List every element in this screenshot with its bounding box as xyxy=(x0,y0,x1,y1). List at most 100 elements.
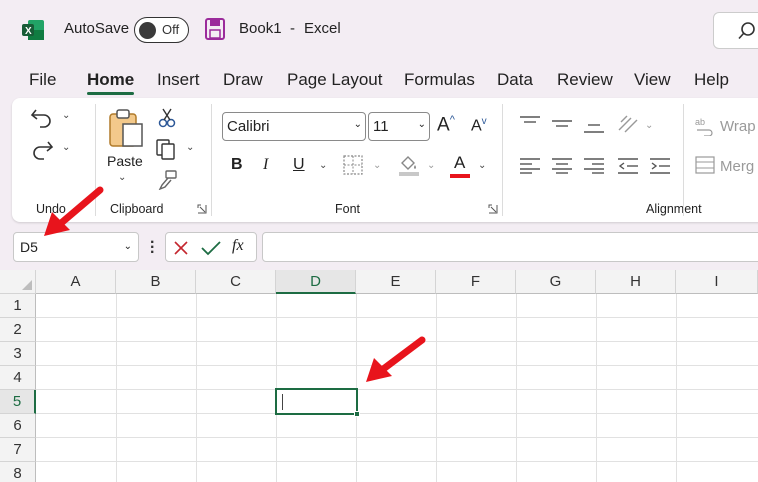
column-header-i[interactable]: I xyxy=(676,270,758,294)
row-header-8[interactable]: 8 xyxy=(0,462,36,482)
tab-page-layout[interactable]: Page Layout xyxy=(287,70,382,90)
increase-font-size-icon[interactable]: A^ xyxy=(437,114,455,136)
paste-label[interactable]: Paste xyxy=(107,153,143,169)
copy-icon[interactable] xyxy=(155,138,177,160)
font-color-swatch xyxy=(450,174,470,178)
row-header-5[interactable]: 5 xyxy=(0,390,36,414)
column-header-f[interactable]: F xyxy=(436,270,516,294)
tab-formulas[interactable]: Formulas xyxy=(404,70,475,90)
middle-align-icon[interactable] xyxy=(552,118,572,132)
column-header-e[interactable]: E xyxy=(356,270,436,294)
active-cell-d5[interactable] xyxy=(275,388,360,417)
italic-button[interactable]: I xyxy=(263,156,268,174)
font-color-button[interactable]: A xyxy=(454,153,465,173)
paste-icon[interactable] xyxy=(108,108,144,148)
grid-line xyxy=(676,294,677,482)
group-divider xyxy=(683,104,684,216)
row-header-7[interactable]: 7 xyxy=(0,438,36,462)
tab-file[interactable]: File xyxy=(29,70,56,90)
bottom-align-icon[interactable] xyxy=(584,120,604,134)
orientation-icon[interactable] xyxy=(617,114,641,134)
row-header-2[interactable]: 2 xyxy=(0,318,36,342)
format-painter-icon[interactable] xyxy=(158,170,178,190)
ribbon-panel: ⌄ ⌄ Undo Paste ⌄ ⌄ Clipboard Calibri ⌄ 1… xyxy=(12,98,758,222)
row-header-1[interactable]: 1 xyxy=(0,294,36,318)
search-box[interactable] xyxy=(713,12,758,49)
fill-color-dropdown-icon[interactable]: ⌄ xyxy=(427,160,435,171)
merge-center-icon[interactable] xyxy=(695,156,715,174)
row-header-3[interactable]: 3 xyxy=(0,342,36,366)
orientation-dropdown-icon[interactable]: ⌄ xyxy=(645,120,653,131)
decrease-font-size-icon[interactable]: Av xyxy=(471,116,487,135)
fill-color-icon[interactable] xyxy=(398,153,420,177)
row-header-6[interactable]: 6 xyxy=(0,414,36,438)
fill-handle[interactable] xyxy=(354,411,360,417)
column-header-c[interactable]: C xyxy=(196,270,276,294)
merge-label[interactable]: Merg xyxy=(720,158,754,175)
cut-icon[interactable] xyxy=(158,108,176,128)
autosave-label: AutoSave xyxy=(64,20,130,37)
cancel-icon[interactable] xyxy=(173,240,189,256)
font-launcher-icon[interactable] xyxy=(488,204,498,214)
redo-icon[interactable] xyxy=(30,138,54,160)
tab-data[interactable]: Data xyxy=(497,70,533,90)
undo-icon[interactable] xyxy=(30,106,54,128)
row-header-4[interactable]: 4 xyxy=(0,366,36,390)
font-size-dropdown[interactable]: 11 ⌄ xyxy=(368,112,430,141)
name-box-value: D5 xyxy=(20,239,38,255)
excel-logo-icon: X xyxy=(22,20,44,40)
paste-dropdown-icon[interactable]: ⌄ xyxy=(118,172,126,183)
tab-insert[interactable]: Insert xyxy=(157,70,200,90)
ribbon-tabs: File Home Insert Draw Page Layout Formul… xyxy=(0,62,758,96)
underline-button[interactable]: U xyxy=(293,156,305,174)
clipboard-launcher-icon[interactable] xyxy=(197,204,207,214)
column-header-b[interactable]: B xyxy=(116,270,196,294)
workbook-name[interactable]: Book1 xyxy=(239,20,282,37)
align-left-icon[interactable] xyxy=(520,158,540,174)
column-header-g[interactable]: G xyxy=(516,270,596,294)
clipboard-group-label: Clipboard xyxy=(110,202,164,216)
grid-line xyxy=(36,317,758,318)
grid-line xyxy=(36,461,758,462)
autosave-state: Off xyxy=(162,22,180,37)
underline-dropdown-icon[interactable]: ⌄ xyxy=(319,160,327,171)
tab-help[interactable]: Help xyxy=(694,70,729,90)
align-right-icon[interactable] xyxy=(584,158,604,174)
column-header-h[interactable]: H xyxy=(596,270,676,294)
insert-function-button[interactable]: fx xyxy=(232,237,244,255)
formula-input[interactable] xyxy=(262,232,758,262)
bold-button[interactable]: B xyxy=(231,156,243,174)
alignment-group-label: Alignment xyxy=(646,202,702,216)
text-cursor xyxy=(282,394,283,410)
tab-home[interactable]: Home xyxy=(87,70,134,90)
font-name-dropdown[interactable]: Calibri ⌄ xyxy=(222,112,366,141)
borders-icon[interactable] xyxy=(343,155,363,175)
enter-check-icon[interactable] xyxy=(201,240,221,256)
wrap-text-label[interactable]: Wrap xyxy=(720,118,756,135)
decrease-indent-icon[interactable] xyxy=(618,158,638,174)
chevron-down-icon: ⌄ xyxy=(417,119,426,130)
font-color-dropdown-icon[interactable]: ⌄ xyxy=(478,160,486,171)
grid-line xyxy=(596,294,597,482)
select-all-corner[interactable] xyxy=(0,270,36,294)
increase-indent-icon[interactable] xyxy=(650,158,670,174)
undo-dropdown-icon[interactable]: ⌄ xyxy=(62,110,70,121)
grid-line xyxy=(116,294,117,482)
borders-dropdown-icon[interactable]: ⌄ xyxy=(373,160,381,171)
copy-dropdown-icon[interactable]: ⌄ xyxy=(186,142,194,153)
tab-review[interactable]: Review xyxy=(557,70,613,90)
autosave-toggle[interactable]: Off xyxy=(134,17,189,43)
group-divider xyxy=(502,104,503,216)
align-center-icon[interactable] xyxy=(552,158,572,174)
column-header-d[interactable]: D xyxy=(276,270,356,294)
tab-draw[interactable]: Draw xyxy=(223,70,263,90)
more-options-icon[interactable]: · · · xyxy=(150,235,155,261)
active-tab-indicator xyxy=(87,92,134,95)
top-align-icon[interactable] xyxy=(520,116,540,130)
tab-view[interactable]: View xyxy=(634,70,671,90)
chevron-down-icon: ⌄ xyxy=(123,241,132,252)
redo-dropdown-icon[interactable]: ⌄ xyxy=(62,142,70,153)
save-icon[interactable] xyxy=(205,18,225,40)
wrap-text-icon[interactable]: ab xyxy=(695,116,715,136)
column-header-a[interactable]: A xyxy=(36,270,116,294)
